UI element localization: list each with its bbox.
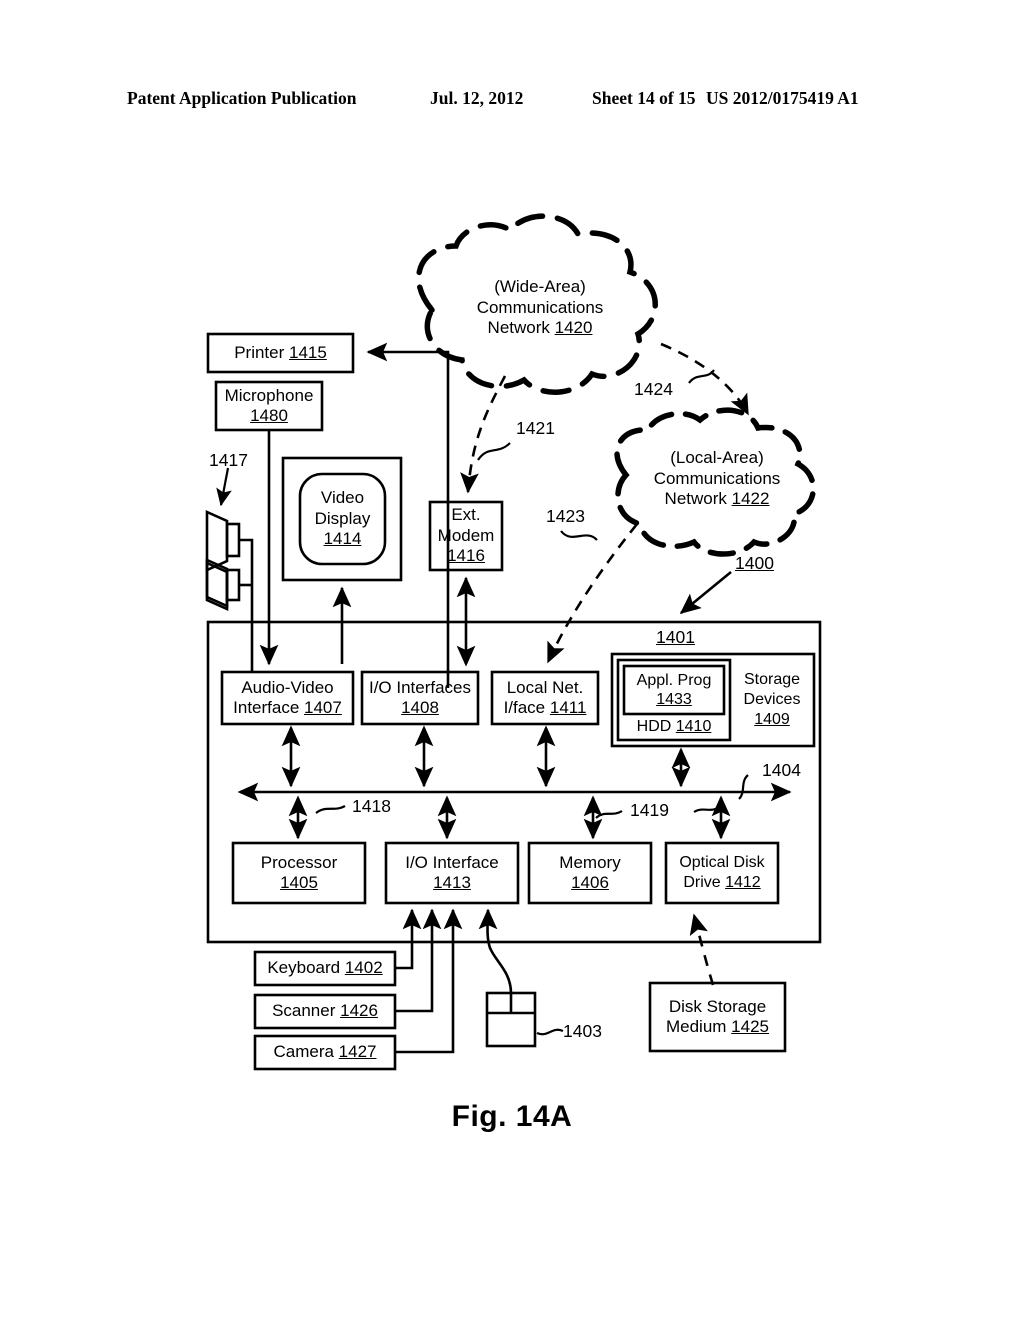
io-interface-label[interactable]: I/O Interface 1413 xyxy=(386,843,518,903)
microphone-label[interactable]: Microphone 1480 xyxy=(216,382,322,430)
printer-label[interactable]: Printer 1415 xyxy=(208,334,353,372)
scanner-link xyxy=(395,908,442,1013)
disk-storage-label[interactable]: Disk Storage Medium 1425 xyxy=(650,983,785,1051)
wan-to-modem-link xyxy=(460,375,507,494)
wan-line1: (Wide-Area) xyxy=(494,277,586,297)
ref-1423: 1423 xyxy=(546,506,585,526)
leader-1417 xyxy=(216,467,232,507)
ref-1424: 1424 xyxy=(634,379,673,399)
video-display-label[interactable]: Video Display 1414 xyxy=(300,474,385,564)
wan-line3: Network 1420 xyxy=(487,318,593,338)
lan-line1: (Local-Area) xyxy=(670,448,764,468)
leader-1400 xyxy=(679,570,732,615)
camera-label[interactable]: Camera 1427 xyxy=(255,1036,395,1069)
ref-1404: 1404 xyxy=(762,760,801,780)
ref-1419: 1419 xyxy=(630,800,669,820)
av-interface-label[interactable]: Audio-Video Interface 1407 xyxy=(222,672,353,724)
lan-to-localnet-link xyxy=(546,523,639,664)
camera-link xyxy=(395,908,463,1054)
storage-devices-label[interactable]: Storage Devices 1409 xyxy=(730,660,814,740)
disk-medium-link xyxy=(689,913,715,986)
lan-line3: Network 1422 xyxy=(664,489,770,509)
leader-1419 xyxy=(595,810,623,819)
local-area-cloud-label: (Local-Area) Communications Network 1422 xyxy=(632,446,802,512)
lan-line2: Communications xyxy=(653,468,781,488)
mouse-link xyxy=(478,908,513,994)
ref-1421: 1421 xyxy=(516,418,555,438)
local-net-iface-label[interactable]: Local Net. I/face 1411 xyxy=(492,672,598,724)
optical-disk-label[interactable]: Optical Disk Drive 1412 xyxy=(666,843,778,903)
leader-1421 xyxy=(477,442,511,461)
leader-1419b xyxy=(693,805,721,813)
ref-1417: 1417 xyxy=(209,450,248,470)
hdd-label[interactable]: HDD 1410 xyxy=(618,714,730,740)
ext-modem-label[interactable]: Ext. Modem 1416 xyxy=(430,502,502,570)
wide-area-cloud-label: (Wide-Area) Communications Network 1420 xyxy=(455,275,625,341)
leader-1403 xyxy=(536,1028,564,1036)
wan-ref: 1420 xyxy=(554,318,593,338)
wan-to-lan-link xyxy=(660,342,750,416)
processor-label[interactable]: Processor 1405 xyxy=(233,843,365,903)
leader-1418 xyxy=(315,805,346,814)
ref-1403: 1403 xyxy=(563,1021,602,1041)
speaker-upper-wire xyxy=(239,538,254,672)
appl-prog-label[interactable]: Appl. Prog 1433 xyxy=(624,666,724,714)
ref-1400: 1400 xyxy=(735,553,774,573)
keyboard-link xyxy=(395,908,422,970)
keyboard-label[interactable]: Keyboard 1402 xyxy=(255,952,395,985)
figure-caption: Fig. 14A xyxy=(451,1100,573,1133)
ref-1418: 1418 xyxy=(352,796,391,816)
leader-1404 xyxy=(738,774,749,800)
ref-1401: 1401 xyxy=(656,627,695,647)
mouse-icon xyxy=(485,991,537,1048)
leader-1424 xyxy=(688,369,715,384)
scanner-label[interactable]: Scanner 1426 xyxy=(255,995,395,1028)
memory-label[interactable]: Memory 1406 xyxy=(529,843,651,903)
leader-1423 xyxy=(560,530,598,541)
wan-line2: Communications xyxy=(476,297,604,317)
io-interfaces-label[interactable]: I/O Interfaces 1408 xyxy=(362,672,478,724)
lan-ref: 1422 xyxy=(731,489,770,509)
